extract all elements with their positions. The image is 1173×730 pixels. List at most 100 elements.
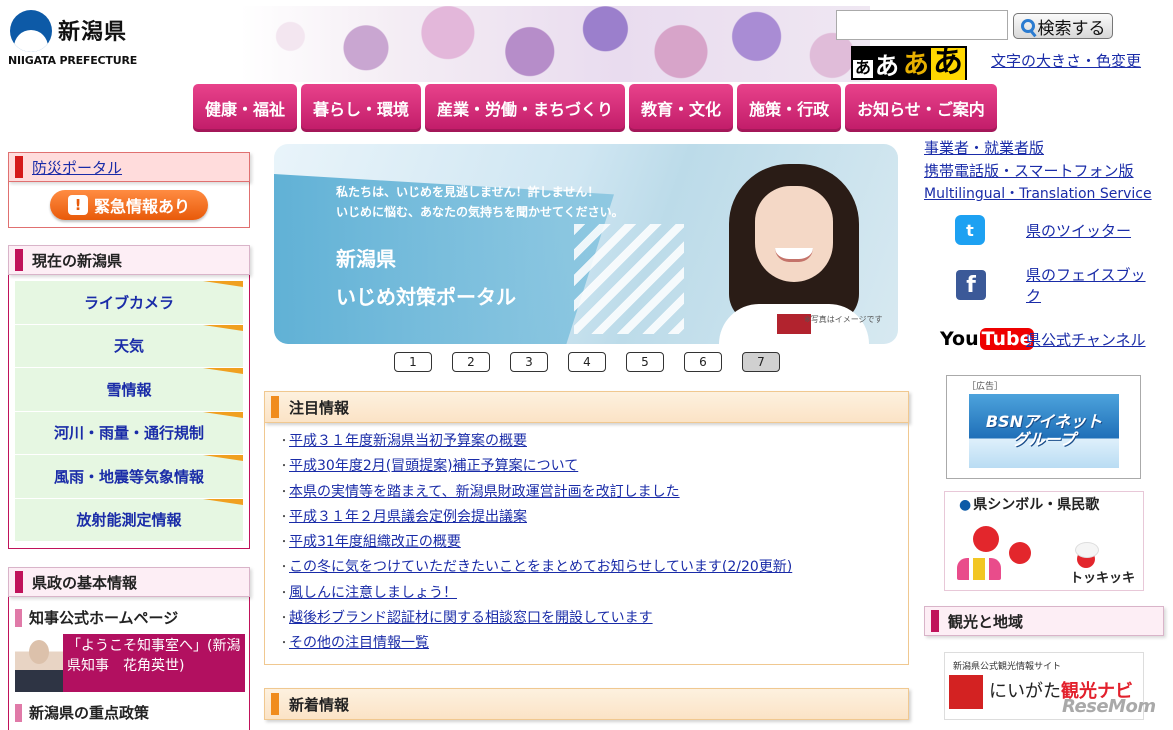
list-item: 越後杉ブランド認証材に関する相談窓口を開設しています: [279, 606, 908, 631]
prefectural-basic-info-header: 県政の基本情報: [8, 567, 250, 597]
tourism-logo-icon: [949, 675, 983, 709]
nav-policy-administration[interactable]: 施策・行政: [737, 84, 842, 132]
slide-page-1[interactable]: 1: [394, 352, 432, 372]
symbol-banner-title: 県シンボル・県民歌: [959, 494, 1099, 514]
disaster-portal-header: 防災ポータル: [8, 152, 250, 182]
current-item-live-camera[interactable]: ライブカメラ: [15, 281, 243, 325]
youtube-icon[interactable]: You Tube: [940, 324, 1035, 354]
font-size-small-button[interactable]: あ: [853, 60, 874, 78]
current-item-rivers-traffic[interactable]: 河川・雨量・通行規制: [15, 411, 243, 455]
disaster-portal-body: ! 緊急情報あり: [8, 182, 250, 228]
governor-link[interactable]: 「ようこそ知事室へ」(新潟県知事 花角英世): [15, 634, 245, 692]
advertisement-box: ［広告］ BSNアイネット グループ: [946, 375, 1141, 479]
nav-notices[interactable]: お知らせ・ご案内: [845, 84, 997, 132]
tourism-region-box: 観光と地域 新潟県公式観光情報サイト にいがた観光ナビ: [924, 606, 1164, 720]
alert-icon: !: [67, 194, 88, 215]
slide-page-5[interactable]: 5: [626, 352, 664, 372]
list-item: この冬に気をつけていただきたいことをまとめてお知らせしています(2/20更新): [279, 555, 908, 580]
current-item-weather[interactable]: 天気: [15, 324, 243, 368]
prefecture-emblem-icon: [10, 10, 52, 52]
notice-link[interactable]: 平成３１年度新潟県当初予算案の概要: [289, 429, 527, 454]
tulip-icon: [957, 558, 1001, 580]
logo-title: 新潟県: [58, 20, 128, 45]
new-info-header: 新着情報: [264, 688, 909, 720]
current-item-snow[interactable]: 雪情報: [15, 368, 243, 412]
camellia-icon: [973, 526, 999, 552]
notice-link[interactable]: 平成３１年２月県議会定例会提出議案: [289, 505, 527, 530]
font-color-change-link[interactable]: 文字の大きさ・色変更: [991, 50, 1141, 71]
list-item: 風しんに注意しましょう！: [279, 581, 908, 606]
font-size-xlarge-button[interactable]: あ: [931, 45, 966, 80]
governor-photo: [15, 634, 63, 692]
nav-education-culture[interactable]: 教育・文化: [629, 84, 734, 132]
site-logo[interactable]: 新潟県 NIIGATA PREFECTURE: [8, 8, 138, 70]
symbol-banner-mascot: トッキッキ: [1069, 571, 1135, 586]
current-item-radiation[interactable]: 放射能測定情報: [15, 498, 243, 542]
current-niigata-list: ライブカメラ 天気 雪情報 河川・雨量・通行規制 風雨・地震等気象情報 放射能測…: [8, 275, 250, 549]
facebook-icon[interactable]: f: [956, 270, 986, 300]
tourism-region-header: 観光と地域: [924, 606, 1164, 636]
slide-page-6[interactable]: 6: [684, 352, 722, 372]
nav-living-environment[interactable]: 暮らし・環境: [301, 84, 422, 132]
priority-policy-heading[interactable]: 新潟県の重点政策: [15, 702, 245, 723]
notice-link[interactable]: 平成31年度組織改正の概要: [289, 530, 461, 555]
disaster-portal-link[interactable]: 防災ポータル: [32, 157, 122, 178]
notice-all-link[interactable]: その他の注目情報一覧: [289, 631, 429, 656]
current-item-weather-warnings[interactable]: 風雨・地震等気象情報: [15, 455, 243, 499]
twitter-icon[interactable]: t: [955, 215, 985, 245]
new-info-panel: 新着情報: [264, 688, 909, 720]
ibis-icon: [1075, 542, 1099, 558]
slideshow-pager: 1 2 3 4 5 6 7: [394, 352, 780, 372]
governor-homepage-heading: 知事公式ホームページ: [15, 607, 245, 628]
search-button-label: 検索する: [1037, 18, 1106, 39]
header-flower-banner: [240, 6, 870, 82]
bsn-ad-banner[interactable]: BSNアイネット グループ: [969, 394, 1119, 468]
hero-banner-bullying-portal[interactable]: 私たちは、いじめを見逃しません！許しません！ いじめに悩む、あなたの気持ちを聞か…: [274, 144, 898, 344]
notice-link[interactable]: 本県の実情等を踏まえて、新潟県財政運営計画を改訂しました: [289, 480, 680, 505]
slide-page-4[interactable]: 4: [568, 352, 606, 372]
list-item: 平成３１年２月県議会定例会提出議案: [279, 505, 908, 530]
governor-link-text: 「ようこそ知事室へ」(新潟県知事 花角英世): [63, 634, 245, 692]
youtube-link[interactable]: 県公式チャンネル: [1026, 329, 1146, 350]
multilingual-link[interactable]: Multilingual・Translation Service: [924, 183, 1152, 206]
ad-banner-line-1: BSNアイネット: [985, 412, 1103, 431]
business-version-link[interactable]: 事業者・就業者版: [924, 137, 1152, 160]
current-niigata-header: 現在の新潟県: [8, 245, 250, 275]
prefectural-basic-info-body: 知事公式ホームページ 「ようこそ知事室へ」(新潟県知事 花角英世) 新潟県の重点…: [8, 597, 250, 730]
youtube-icon-you: You: [940, 328, 979, 350]
notice-link[interactable]: 風しんに注意しましょう！: [289, 581, 457, 606]
nav-industry-labor[interactable]: 産業・労働・まちづくり: [425, 84, 626, 132]
facebook-link[interactable]: 県のフェイスブック: [1026, 264, 1160, 306]
font-size-xlarge-label: あ: [933, 45, 964, 80]
tourism-caption: 新潟県公式観光情報サイト: [953, 662, 1062, 672]
search-button[interactable]: 検索する: [1013, 13, 1113, 39]
slide-page-7[interactable]: 7: [742, 352, 780, 372]
notice-link[interactable]: 平成30年度2月(冒頭提案)補正予算案について: [289, 454, 578, 479]
notice-link[interactable]: 越後杉ブランド認証材に関する相談窓口を開設しています: [289, 606, 653, 631]
tourism-name-1: にいがた: [989, 681, 1061, 702]
disaster-portal-box: 防災ポータル ! 緊急情報あり: [8, 152, 250, 228]
featured-info-header: 注目情報: [264, 391, 909, 423]
notice-link[interactable]: この冬に気をつけていただきたいことをまとめてお知らせしています(2/20更新): [289, 555, 792, 580]
hero-photo-note: ※写真はイメージです: [804, 315, 883, 324]
nav-health-welfare[interactable]: 健康・福祉: [193, 84, 298, 132]
alternate-site-links: 事業者・就業者版 携帯電話版・スマートフォン版 Multilingual・Tra…: [924, 137, 1152, 206]
search-input[interactable]: [836, 10, 1008, 40]
facebook-row: f 県のフェイスブック: [940, 264, 1160, 306]
prefecture-symbol-banner[interactable]: 県シンボル・県民歌 トッキッキ: [944, 491, 1144, 591]
slide-page-3[interactable]: 3: [510, 352, 548, 372]
global-nav: 健康・福祉 暮らし・環境 産業・労働・まちづくり 教育・文化 施策・行政 お知ら…: [193, 84, 997, 132]
ad-banner-line-2: グループ: [1012, 430, 1076, 449]
font-size-large-button[interactable]: あ: [901, 52, 931, 80]
logo-subtitle: NIIGATA PREFECTURE: [8, 54, 138, 67]
hero-lead-line-2: いじめに悩む、あなたの気持ちを聞かせてください。: [336, 205, 624, 219]
featured-info-panel: 注目情報 平成３１年度新潟県当初予算案の概要 平成30年度2月(冒頭提案)補正予…: [264, 391, 909, 665]
hero-stripes: [574, 224, 684, 334]
font-size-medium-button[interactable]: あ: [873, 54, 901, 80]
emergency-info-button[interactable]: ! 緊急情報あり: [50, 189, 208, 220]
slide-page-2[interactable]: 2: [452, 352, 490, 372]
list-item: 平成31年度組織改正の概要: [279, 530, 908, 555]
mobile-version-link[interactable]: 携帯電話版・スマートフォン版: [924, 160, 1152, 183]
twitter-link[interactable]: 県のツイッター: [1026, 220, 1131, 241]
hero-student-face: [755, 186, 833, 282]
